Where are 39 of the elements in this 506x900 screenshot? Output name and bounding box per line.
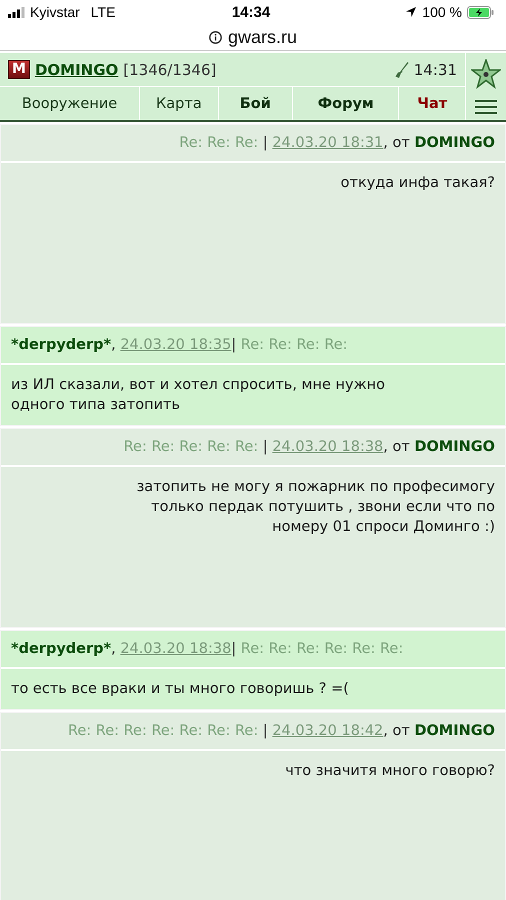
meta-text: , от — [383, 723, 410, 739]
meta-text: , от — [383, 439, 410, 455]
nav-tab[interactable]: Форум — [292, 87, 398, 120]
message-text: затопить не могу я пожарник по професимогу только пердак потушить , звони если что по номеру 01 спроси Доминго :) — [136, 478, 495, 537]
separator-text: | — [231, 641, 236, 657]
nav-tab[interactable]: Карта — [139, 87, 218, 120]
nav-tab[interactable]: Чат — [398, 87, 465, 120]
subject-text: Re: Re: Re: Re: — [240, 337, 348, 353]
author-name: *derpyderp* — [11, 337, 112, 353]
user-link[interactable]: DOMINGO — [34, 60, 118, 78]
meta-text: , от — [383, 135, 410, 151]
carrier-name: Kyivstar — [30, 4, 80, 20]
message-text: откуда инфа такая? — [340, 174, 495, 193]
author-name: DOMINGO — [414, 135, 495, 151]
separator-text: | — [262, 135, 268, 151]
battery-percent: 100 % — [422, 4, 462, 20]
subject-text: Re: Re: Re: Re: Re: — [124, 439, 258, 455]
author-name: DOMINGO — [414, 723, 495, 739]
meta-text: , — [111, 641, 116, 657]
clock-text: 14:31 — [414, 60, 457, 78]
nav-tab[interactable]: Вооружение — [0, 87, 140, 120]
author-name: *derpyderp* — [11, 641, 112, 657]
url-text[interactable]: gwars.ru — [228, 26, 298, 48]
separator-text: | — [262, 723, 268, 739]
subject-text: Re: Re: Re: Re: Re: Re: Re: — [68, 723, 258, 739]
subject-text: Re: Re: Re: Re: Re: Re: — [240, 641, 404, 657]
nav-tab[interactable]: Бой — [218, 87, 292, 120]
logo: M — [8, 60, 30, 79]
status-time: 14:34 — [232, 4, 270, 20]
network-type: LTE — [90, 4, 116, 20]
subject-text: Re: Re: Re: — [179, 135, 258, 151]
meta-text: , — [111, 337, 116, 353]
message-text: из ИЛ сказали, вот и хотел спросить, мне нужно одного типа затопить — [11, 377, 385, 413]
message-text: то есть все враки и ты много говоришь ? =( — [11, 681, 349, 697]
message-text: что значитя много говорю? — [285, 762, 495, 781]
author-name: DOMINGO — [414, 439, 495, 455]
health-text: [1346/1346] — [123, 60, 216, 78]
separator-text: | — [231, 337, 236, 353]
separator-text: | — [262, 439, 268, 455]
